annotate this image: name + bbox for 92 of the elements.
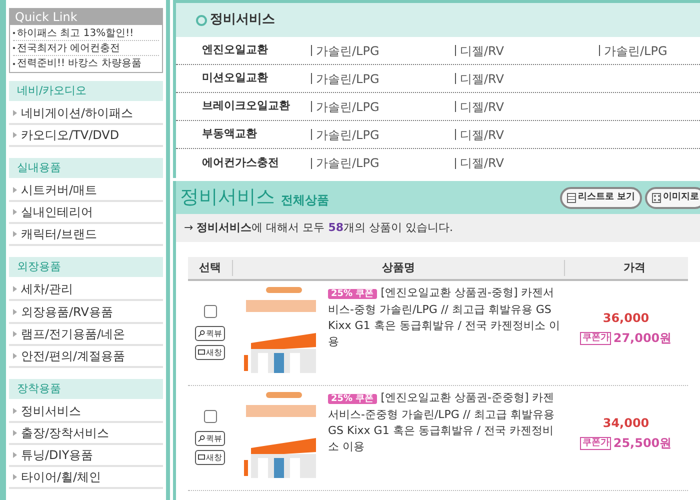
quick-view-button[interactable]: 퀵뷰	[195, 326, 225, 341]
sidebar-item[interactable]: 램프/전기용품/네온	[9, 324, 163, 346]
coupon-price-label: 쿠폰가	[580, 436, 612, 450]
triangle-icon	[13, 474, 17, 480]
column-header: 선택	[198, 260, 222, 276]
new-window-button[interactable]: 새창	[195, 450, 225, 465]
coupon-price: 27,000원	[613, 330, 672, 347]
section-header: 장착용품	[9, 378, 163, 399]
sidebar-item[interactable]: 외장용품/RV용품	[9, 301, 163, 324]
sidebar-item[interactable]: 튜닝/DIY용품	[9, 444, 163, 467]
sidebar-item-label: 출장/장착서비스	[21, 424, 110, 442]
option-link[interactable]: 디젤/RV	[460, 42, 504, 60]
coupon-price-label: 쿠폰가	[580, 332, 612, 344]
triangle-icon	[13, 209, 17, 216]
sidebar-item-label: 네비게이션/하이패스	[21, 105, 134, 122]
product-name[interactable]: 25% 쿠폰 [엔진오일교환 상품권-중형] 카젠서비스-중형 가솔린/LPG // 최고급 휘발유용 GS Kixx G1 혹은 동급휘발유 / 전국 카젠정비소 이용	[328, 285, 564, 350]
service-name: 브레이크오일교환	[201, 98, 291, 114]
sidebar-item-label: 정비서비스	[21, 402, 81, 420]
checkbox[interactable]	[204, 305, 216, 318]
section-header: 외장용품	[9, 257, 163, 278]
option-link[interactable]: 디젤/RV	[460, 126, 504, 144]
option-link[interactable]: 가솔린/LPG	[316, 70, 380, 88]
triangle-icon	[13, 132, 17, 138]
option-link[interactable]: 가솔린/LPG	[604, 42, 668, 60]
sidebar-item-label: 램프/전기용품/네온	[21, 326, 126, 343]
sidebar-item-label: 캐릭터/브랜드	[21, 226, 98, 244]
section-header: 실내용품	[9, 158, 163, 178]
service-name: 엔진오일교환	[201, 42, 269, 58]
option-link[interactable]: 가솔린/LPG	[316, 98, 380, 116]
option-link[interactable]: 가솔린/LPG	[316, 42, 380, 60]
triangle-icon	[13, 452, 17, 458]
price: 36,000	[602, 310, 650, 327]
option-link[interactable]: 디젤/RV	[460, 154, 504, 172]
sidebar-item-label: 시트커버/매트	[21, 182, 98, 200]
triangle-icon	[13, 330, 17, 337]
sidebar-item[interactable]: 안전/편의/계절용품	[9, 346, 163, 368]
view-button[interactable]: 이미지로	[645, 186, 700, 208]
page-subtitle: 전체상품	[281, 192, 329, 208]
grid-icon	[652, 192, 661, 202]
product-name[interactable]: 25% 쿠폰 [엔진오일교환 상품권-준중형] 카젠 서비스-준중형 가솔린/LPG // 최고급 휘발유용 GS Kixx G1 혹은 동급휘발유 / 전국 카젠정비소 이용	[328, 390, 564, 455]
triangle-icon	[13, 110, 17, 116]
quick-link[interactable]: 하이패스 최고 13%할인!!	[17, 26, 134, 40]
triangle-icon	[13, 231, 17, 238]
sidebar-item[interactable]: 캐릭터/브랜드	[9, 224, 163, 246]
sidebar-item-label: 타이어/휠/체인	[21, 468, 102, 486]
sidebar-item-label: 튜닝/DIY용품	[21, 446, 94, 464]
sidebar-item-label: 외장용품/RV용품	[21, 304, 113, 320]
sidebar-item-label: 실내인테리어	[21, 204, 93, 222]
sidebar-item-label: 카오디오/TV/DVD	[21, 127, 120, 144]
service-name: 미션오일교환	[201, 70, 269, 86]
sidebar-item[interactable]: 카오디오/TV/DVD	[9, 125, 163, 148]
quick-view-button[interactable]: 퀵뷰	[195, 431, 225, 446]
quick-link[interactable]: 전력준비!! 바캉스 차량용품	[17, 56, 142, 71]
sidebar-item[interactable]: 타이어/휠/체인	[9, 466, 163, 490]
sidebar-item[interactable]: 실내인테리어	[9, 202, 163, 224]
view-button[interactable]: 리스트로 보기	[560, 186, 642, 208]
summary-text: → 정비서비스에 대해서 모두 58개의 상품이 있습니다.	[176, 214, 700, 242]
sidebar-item[interactable]: 세차/관리	[9, 279, 163, 302]
magnifier-icon	[198, 330, 205, 337]
price: 34,000	[602, 415, 650, 432]
triangle-icon	[13, 408, 17, 414]
magnifier-icon	[198, 435, 205, 442]
option-link[interactable]: 가솔린/LPG	[316, 154, 380, 172]
checkbox[interactable]	[204, 410, 216, 423]
new-window-button[interactable]: 새창	[195, 345, 225, 360]
triangle-icon	[13, 308, 17, 314]
column-header: 상품명	[232, 260, 564, 276]
panel-title: 정비서비스	[210, 11, 275, 30]
quick-link[interactable]: 전국최저가 에어컨충전	[17, 40, 120, 56]
option-link[interactable]: 디젤/RV	[460, 70, 504, 88]
page-title: 정비서비스	[180, 185, 275, 210]
triangle-icon	[13, 352, 17, 359]
sidebar-item[interactable]: 출장/장착서비스	[9, 422, 163, 445]
coupon-price: 25,500원	[613, 435, 672, 452]
sidebar-item-label: 안전/편의/계절용품	[21, 348, 126, 365]
triangle-icon	[13, 187, 17, 194]
sidebar-item[interactable]: 네비게이션/하이패스	[9, 103, 163, 126]
option-link[interactable]: 가솔린/LPG	[316, 126, 380, 144]
window-icon	[198, 349, 205, 356]
column-header: 가격	[564, 260, 700, 276]
sidebar-item[interactable]: 시트커버/매트	[9, 180, 163, 202]
list-icon	[566, 192, 576, 202]
option-link[interactable]: 디젤/RV	[460, 98, 504, 116]
panel-title: Quick Link	[10, 9, 162, 25]
section-header: 네비/카오디오	[9, 81, 163, 101]
window-icon	[198, 454, 205, 461]
sidebar-item-label: 세차/관리	[21, 281, 74, 298]
triangle-icon	[13, 286, 17, 292]
service-name: 부동액교환	[201, 126, 258, 142]
sidebar-item[interactable]: 정비서비스	[9, 400, 163, 423]
triangle-icon	[13, 430, 17, 436]
service-name: 에어컨가스충전	[201, 154, 280, 171]
